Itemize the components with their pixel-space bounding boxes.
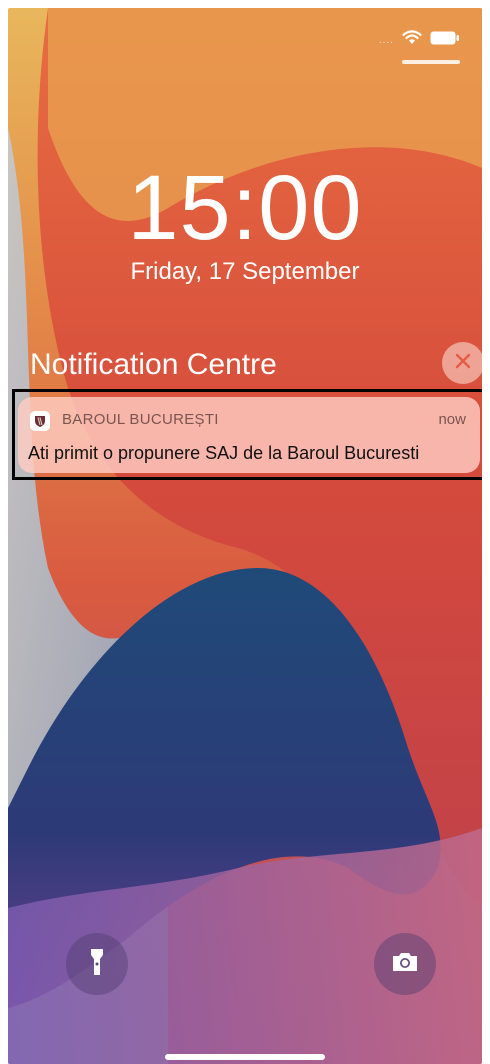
flashlight-button[interactable] (66, 933, 128, 995)
battery-icon (430, 31, 460, 50)
wifi-icon (402, 30, 422, 50)
close-icon (455, 353, 471, 374)
lock-screen: .... 15:00 Friday, 17 September Notifica… (8, 8, 482, 1064)
notification-message: Ati primit o propunere SAJ de la Baroul … (28, 443, 420, 463)
lock-date: Friday, 17 September (130, 258, 360, 285)
clear-notifications-button[interactable] (442, 342, 482, 384)
camera-button[interactable] (374, 933, 436, 995)
camera-icon (391, 951, 419, 978)
signal-dots: .... (378, 34, 394, 46)
status-bar: .... (379, 30, 460, 50)
control-centre-indicator[interactable] (402, 60, 460, 64)
notification-app-name: BAROUL BUCUREȘTI (62, 411, 219, 428)
notification-card[interactable]: BAROUL BUCUREȘTI now Ati primit o propun… (18, 397, 480, 473)
notification-centre-title: Notification Centre (30, 348, 277, 381)
baroul-logo-icon (30, 411, 50, 431)
home-indicator[interactable] (165, 1054, 325, 1060)
notification-time: now (438, 411, 466, 428)
flashlight-icon (89, 947, 105, 982)
lock-time: 15:00 (127, 157, 363, 259)
